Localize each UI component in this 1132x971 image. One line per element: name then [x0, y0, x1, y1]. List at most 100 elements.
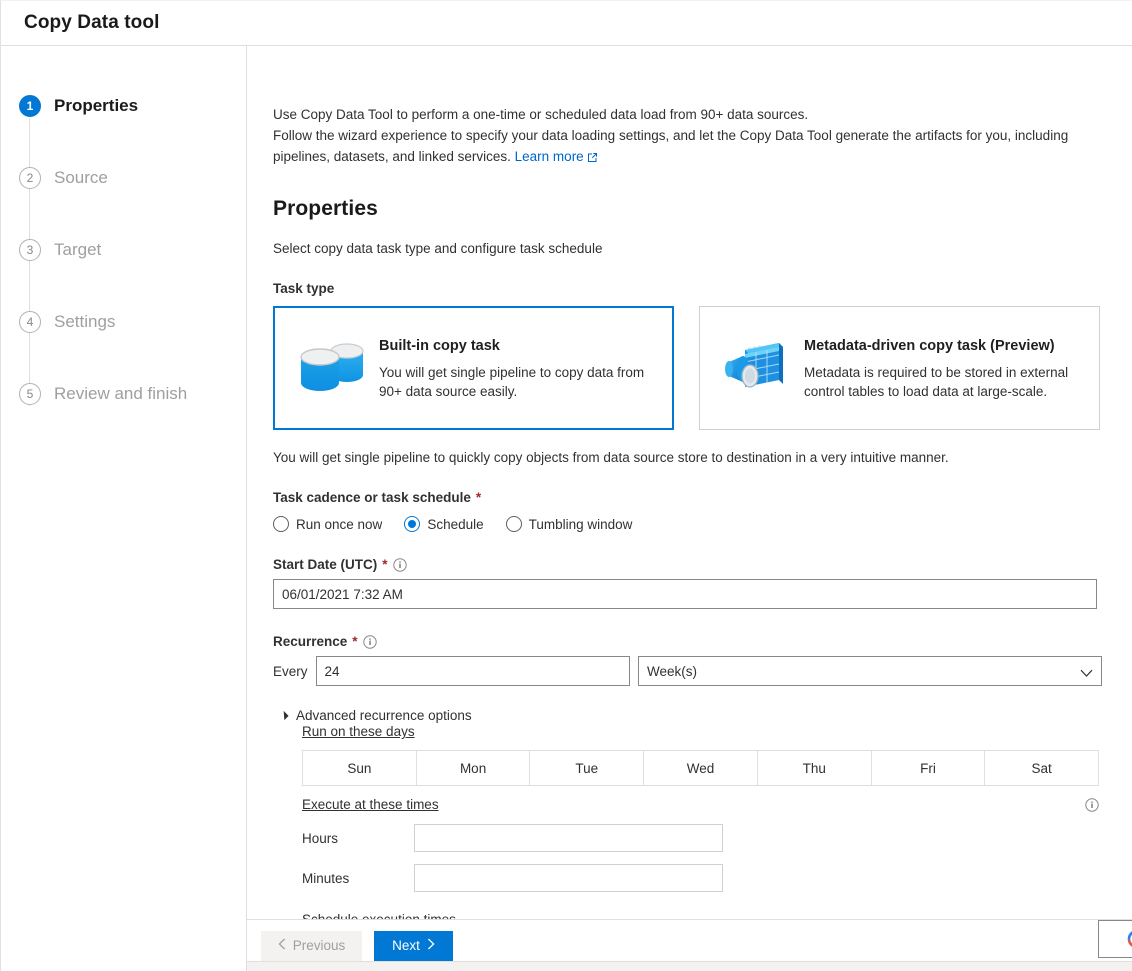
minutes-label: Minutes — [302, 870, 350, 886]
task-type-note: You will get single pipeline to quickly … — [273, 450, 949, 465]
step-label: Review and finish — [54, 384, 188, 403]
intro-line-3: pipelines, datasets, and linked services… — [273, 149, 511, 164]
task-type-card-builtin-copy-task[interactable]: Built-in copy task You will get single p… — [273, 306, 674, 430]
step-label: Settings — [54, 312, 116, 331]
chevron-left-icon — [278, 938, 286, 953]
info-icon[interactable] — [1085, 797, 1099, 812]
info-icon[interactable] — [362, 634, 377, 649]
sidebar-step-review-and-finish[interactable]: 5 Review and finish — [1, 358, 246, 430]
main-content: Use Copy Data Tool to perform a one-time… — [247, 46, 1132, 919]
hours-label: Hours — [302, 830, 339, 846]
next-button[interactable]: Next — [374, 930, 453, 961]
day-cell-thu[interactable]: Thu — [757, 751, 872, 785]
chevron-right-icon — [427, 938, 435, 953]
start-date-input[interactable] — [273, 579, 1097, 609]
task-type-label-text: Task type — [273, 281, 335, 296]
required-indicator: * — [382, 557, 388, 572]
radio-run-once-now[interactable]: Run once now — [273, 516, 382, 532]
triangle-expanded-icon — [279, 710, 289, 721]
day-cell-wed[interactable]: Wed — [644, 751, 758, 785]
required-indicator: * — [475, 490, 482, 505]
previous-button-label: Previous — [292, 938, 346, 953]
task-type-card-metadata-driven-copy-task[interactable]: Metadata-driven copy task (Preview) Meta… — [699, 306, 1100, 430]
task-type-label: Task type — [273, 281, 1102, 296]
radio-tumbling-window[interactable]: Tumbling window — [505, 516, 633, 532]
radio-label: Run once now — [296, 516, 383, 532]
day-cell-sat[interactable]: Sat — [985, 751, 1099, 785]
run-on-days-table: Sun Mon Tue Wed Thu Fri Sat — [302, 750, 1099, 786]
wizard-sidebar: 1 Properties 2 Source 3 Target 4 Setting… — [1, 46, 247, 971]
card-text: Built-in copy task You will get single p… — [379, 336, 649, 401]
recurrence-interval-input[interactable] — [315, 656, 631, 686]
next-button-label: Next — [392, 938, 420, 953]
card-title: Built-in copy task — [379, 337, 500, 354]
task-cadence-label: Task cadence or task schedule * — [273, 490, 1102, 505]
minutes-input[interactable] — [414, 864, 723, 892]
start-date-label: Start Date (UTC) * — [273, 557, 1102, 572]
card-text: Metadata-driven copy task (Preview) Meta… — [804, 336, 1074, 401]
task-type-cards: Built-in copy task You will get single p… — [273, 306, 1102, 430]
intro-line-1: Use Copy Data Tool to perform a one-time… — [273, 107, 809, 122]
card-title: Metadata-driven copy task (Preview) — [804, 337, 1055, 354]
execute-times-row: Execute at these times — [302, 797, 1099, 812]
step-label: Source — [54, 168, 108, 187]
advanced-recurrence-toggle[interactable]: Advanced recurrence options — [279, 708, 1102, 723]
schedule-execution-times-label[interactable]: Schedule execution times — [302, 912, 456, 919]
bottom-strip — [247, 961, 1132, 971]
day-cell-mon[interactable]: Mon — [416, 751, 531, 785]
step-label: Target — [54, 240, 102, 259]
step-number-badge: 2 — [19, 167, 41, 189]
previous-button[interactable]: Previous — [261, 930, 362, 961]
sidebar-step-settings[interactable]: 4 Settings — [1, 286, 246, 358]
main-panel: Use Copy Data Tool to perform a one-time… — [247, 46, 1132, 971]
wizard-steps: 1 Properties 2 Source 3 Target 4 Setting… — [1, 70, 246, 430]
step-number-badge: 4 — [19, 311, 41, 333]
radio-schedule[interactable]: Schedule — [404, 516, 484, 532]
external-link-icon[interactable] — [587, 148, 598, 169]
metadata-table-icon — [720, 338, 792, 398]
step-number-badge: 3 — [19, 239, 41, 261]
radio-label: Schedule — [427, 516, 484, 532]
radio-mark — [404, 516, 421, 532]
advanced-recurrence-body: Run on these days Sun Mon Tue Wed Thu Fr… — [302, 723, 1102, 919]
step-number-badge: 1 — [19, 95, 41, 117]
page-title: Properties — [273, 197, 378, 220]
info-icon[interactable] — [392, 557, 407, 572]
hours-input[interactable] — [414, 824, 723, 852]
window-title: Copy Data tool — [24, 12, 160, 33]
card-description: You will get single pipeline to copy dat… — [379, 364, 645, 399]
sidebar-step-properties[interactable]: 1 Properties — [1, 70, 246, 142]
window-titlebar: Copy Data tool — [1, 1, 1132, 46]
day-cell-tue[interactable]: Tue — [530, 751, 645, 785]
minutes-row: Minutes — [302, 864, 1102, 892]
learn-more-link[interactable]: Learn more — [515, 149, 584, 164]
schedule-execution-times-block: Schedule execution times 07:32 — [302, 911, 1102, 919]
window-body: 1 Properties 2 Source 3 Target 4 Setting… — [1, 46, 1132, 971]
radio-mark — [273, 516, 289, 532]
task-cadence-label-text: Task cadence or task schedule — [273, 490, 471, 505]
recurrence-unit-select-value: Week(s) — [638, 656, 1102, 686]
run-on-these-days-label[interactable]: Run on these days — [302, 724, 415, 739]
sidebar-step-source[interactable]: 2 Source — [1, 142, 246, 214]
task-cadence-radio-group: Run once now Schedule Tumbling window — [273, 516, 1102, 532]
recurrence-unit-select[interactable]: Week(s) — [638, 656, 1102, 686]
intro-line-2: Follow the wizard experience to specify … — [273, 128, 1069, 143]
sidebar-step-target[interactable]: 3 Target — [1, 214, 246, 286]
copy-data-tool-window: Copy Data tool 1 Properties 2 Source 3 T… — [0, 0, 1132, 971]
recurrence-row: Every Week(s) — [273, 656, 1102, 686]
radio-mark — [505, 516, 522, 532]
execute-at-these-times-label[interactable]: Execute at these times — [302, 797, 439, 812]
databases-icon — [295, 338, 367, 398]
feedback-widget[interactable] — [1098, 920, 1132, 958]
required-indicator: * — [352, 634, 358, 649]
step-number-badge: 5 — [19, 383, 41, 405]
recurrence-label: Recurrence * — [273, 634, 1102, 649]
intro-text: Use Copy Data Tool to perform a one-time… — [273, 104, 1102, 169]
hours-row: Hours — [302, 824, 1102, 852]
radio-label: Tumbling window — [528, 516, 633, 532]
step-label: Properties — [54, 96, 139, 115]
day-cell-sun[interactable]: Sun — [303, 751, 417, 785]
day-cell-fri[interactable]: Fri — [871, 751, 986, 785]
every-label: Every — [273, 663, 308, 679]
page-subtitle: Select copy data task type and configure… — [273, 241, 603, 256]
